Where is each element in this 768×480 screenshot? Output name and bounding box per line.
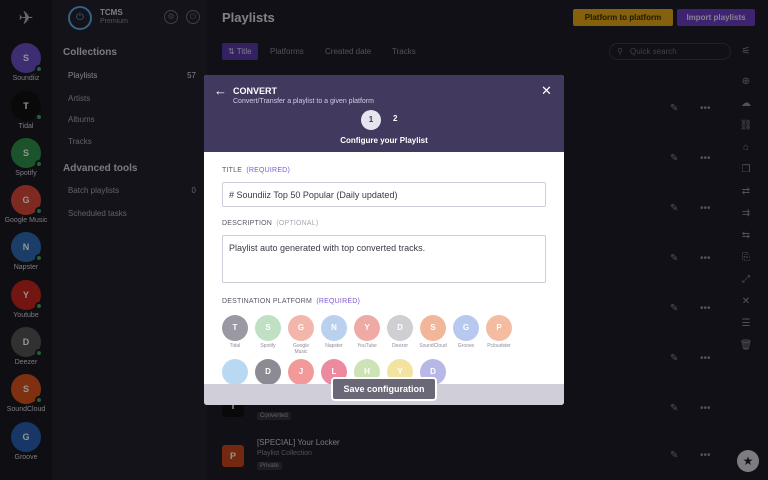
platform-option-napster[interactable]: N Napster — [320, 315, 348, 349]
convert-modal: ← CONVERT Convert/Transfer a playlist to… — [204, 75, 564, 405]
modal-title: CONVERT — [233, 86, 278, 96]
title-field-label: TITLE (REQUIRED) — [222, 167, 290, 174]
modal-header: ← CONVERT Convert/Transfer a playlist to… — [204, 75, 564, 152]
platform-option-pcloudster[interactable]: P Pcloudster — [485, 315, 513, 349]
description-field[interactable]: Playlist auto generated with top convert… — [222, 235, 546, 283]
step-2-indicator: 2 — [393, 114, 398, 123]
save-configuration-button[interactable]: Save configuration — [331, 377, 437, 401]
step-1-indicator: 1 — [361, 110, 381, 130]
platform-option-youtube[interactable]: Y YouTube — [353, 315, 381, 349]
platform-option-groove[interactable]: G Groove — [452, 315, 480, 349]
platform-option[interactable]: J — [287, 359, 315, 385]
platform-option-tidal[interactable]: T Tidal — [221, 315, 249, 349]
platform-option-google-music[interactable]: G Google Music — [287, 315, 315, 355]
back-arrow-icon[interactable]: ← — [214, 83, 227, 98]
destination-platform-label: DESTINATION PLATFORM (REQUIRED) — [222, 298, 360, 305]
platform-option[interactable]: D — [254, 359, 282, 385]
platform-option-deezer[interactable]: D Deezer — [386, 315, 414, 349]
modal-subtitle: Convert/Transfer a playlist to a given p… — [233, 98, 374, 105]
platform-option-soundcloud[interactable]: S SoundCloud — [419, 315, 447, 349]
title-field[interactable] — [222, 182, 546, 207]
step-label: Configure your Playlist — [340, 136, 428, 145]
platform-option-spotify[interactable]: S Spotify — [254, 315, 282, 349]
description-field-label: DESCRIPTION (OPTIONAL) — [222, 220, 319, 227]
close-icon[interactable]: ✕ — [541, 83, 552, 99]
platform-option[interactable] — [221, 359, 249, 385]
